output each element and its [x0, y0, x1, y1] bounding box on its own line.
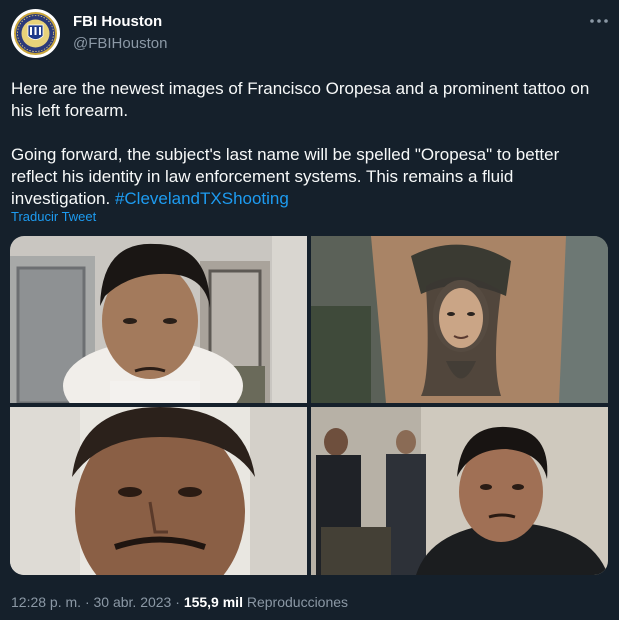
media-grid [10, 236, 608, 575]
hashtag-link[interactable]: #ClevelandTXShooting [115, 189, 289, 208]
tweet-date[interactable]: 30 abr. 2023 [94, 594, 172, 610]
views-label: Reproducciones [246, 594, 349, 610]
meta-separator: · [84, 594, 90, 610]
translate-tweet-link[interactable]: Traducir Tweet [11, 209, 96, 224]
tweet-text: Here are the newest images of Francisco … [11, 78, 609, 232]
photo-suspect-room[interactable] [311, 407, 608, 575]
tweet-meta: 12:28 p. m. · 30 abr. 2023 · 155,9 mil R… [11, 594, 348, 610]
more-horizontal-icon[interactable] [588, 12, 610, 32]
meta-separator: · [175, 594, 180, 610]
avatar[interactable] [11, 9, 60, 58]
photo-suspect-office[interactable] [10, 236, 307, 403]
fbi-seal-icon [11, 9, 60, 58]
photo-suspect-closeup[interactable] [10, 407, 307, 575]
tweet-paragraph-1: Here are the newest images of Francisco … [11, 79, 590, 120]
account-handle[interactable]: @FBIHouston [73, 35, 167, 52]
tweet-time[interactable]: 12:28 p. m. [11, 594, 81, 610]
tweet-card: FBI Houston @FBIHouston Here are the new… [0, 0, 619, 620]
display-name[interactable]: FBI Houston [73, 13, 162, 30]
photo-forearm-tattoo[interactable] [311, 236, 608, 403]
views-count[interactable]: 155,9 mil [184, 594, 243, 610]
tweet-paragraph-2: Going forward, the subject's last name w… [11, 144, 609, 210]
